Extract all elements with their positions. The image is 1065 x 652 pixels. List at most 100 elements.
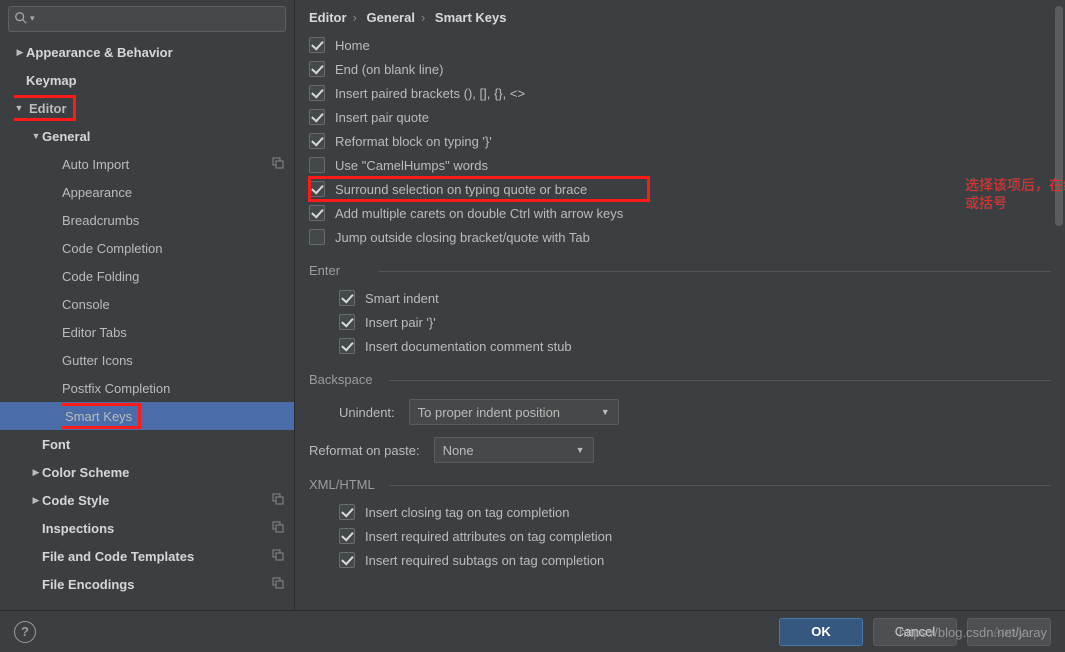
reformat-label: Reformat on paste: bbox=[309, 443, 420, 458]
dialog-footer: ? OK Cancel Apply bbox=[0, 610, 1065, 652]
sidebar-item-gutter-icons[interactable]: Gutter Icons bbox=[0, 346, 294, 374]
option-jump-outside-closing-bracket-quote-with-[interactable]: Jump outside closing bracket/quote with … bbox=[309, 225, 1051, 249]
sidebar-item-auto-import[interactable]: Auto Import bbox=[0, 150, 294, 178]
search-icon bbox=[14, 11, 28, 28]
sidebar-item-console[interactable]: Console bbox=[0, 290, 294, 318]
sidebar-item-postfix-completion[interactable]: Postfix Completion bbox=[0, 374, 294, 402]
checkbox[interactable] bbox=[309, 37, 325, 53]
option-reformat-block-on-typing-[interactable]: Reformat block on typing '}' bbox=[309, 129, 1051, 153]
reformat-select[interactable]: None▼ bbox=[434, 437, 594, 463]
sidebar-item-file-encodings[interactable]: File Encodings bbox=[0, 570, 294, 598]
sidebar-item-code-style[interactable]: ▶Code Style bbox=[0, 486, 294, 514]
option-label: Insert pair '}' bbox=[365, 315, 436, 330]
option-end-on-blank-line-[interactable]: End (on blank line) bbox=[309, 57, 1051, 81]
sidebar-item-keymap[interactable]: Keymap bbox=[0, 66, 294, 94]
checkbox[interactable] bbox=[309, 61, 325, 77]
sidebar-item-label: Inspections bbox=[42, 521, 272, 536]
chevron-down-icon: ▼ bbox=[601, 407, 610, 417]
checkbox[interactable] bbox=[339, 528, 355, 544]
option-insert-paired-brackets-[interactable]: Insert paired brackets (), [], {}, <> bbox=[309, 81, 1051, 105]
sidebar-item-breadcrumbs[interactable]: Breadcrumbs bbox=[0, 206, 294, 234]
search-dropdown-icon[interactable]: ▾ bbox=[30, 13, 35, 24]
sidebar-item-label: Breadcrumbs bbox=[62, 213, 286, 228]
option-insert-required-subtags-on-tag-completio[interactable]: Insert required subtags on tag completio… bbox=[309, 548, 1051, 572]
sidebar-item-inspections[interactable]: Inspections bbox=[0, 514, 294, 542]
ok-button[interactable]: OK bbox=[779, 618, 863, 646]
checkbox[interactable] bbox=[309, 157, 325, 173]
checkbox[interactable] bbox=[339, 504, 355, 520]
sidebar-item-label: Font bbox=[42, 437, 286, 452]
option-surround-selection-on-typing-quote-or-br[interactable]: Surround selection on typing quote or br… bbox=[309, 177, 649, 201]
sidebar-item-label: Appearance & Behavior bbox=[26, 45, 286, 60]
unindent-label: Unindent: bbox=[339, 405, 395, 420]
sidebar-item-smart-keys[interactable]: Smart Keys bbox=[0, 402, 294, 430]
sidebar-item-code-folding[interactable]: Code Folding bbox=[0, 262, 294, 290]
sidebar-item-label: File Encodings bbox=[42, 577, 272, 592]
sidebar-item-appearance-behavior[interactable]: ▶Appearance & Behavior bbox=[0, 38, 294, 66]
option-label: Jump outside closing bracket/quote with … bbox=[335, 230, 590, 245]
settings-sidebar: ▾ ▶Appearance & BehaviorKeymap▼Editor▼Ge… bbox=[0, 0, 295, 610]
sidebar-item-general[interactable]: ▼General bbox=[0, 122, 294, 150]
sidebar-item-file-and-code-templates[interactable]: File and Code Templates bbox=[0, 542, 294, 570]
option-label: Add multiple carets on double Ctrl with … bbox=[335, 206, 623, 221]
option-insert-documentation-comment-stub[interactable]: Insert documentation comment stub bbox=[309, 334, 1051, 358]
apply-button[interactable]: Apply bbox=[967, 618, 1051, 646]
checkbox[interactable] bbox=[309, 109, 325, 125]
option-insert-closing-tag-on-tag-completion[interactable]: Insert closing tag on tag completion bbox=[309, 500, 1051, 524]
sidebar-item-appearance[interactable]: Appearance bbox=[0, 178, 294, 206]
checkbox[interactable] bbox=[339, 338, 355, 354]
sidebar-item-editor[interactable]: ▼Editor bbox=[0, 94, 294, 122]
option-smart-indent[interactable]: Smart indent bbox=[309, 286, 1051, 310]
option-label: Insert closing tag on tag completion bbox=[365, 505, 570, 520]
checkbox[interactable] bbox=[309, 133, 325, 149]
sidebar-item-label: Auto Import bbox=[62, 157, 272, 172]
breadcrumb-a[interactable]: Editor bbox=[309, 10, 347, 25]
tree-arrow-down-icon[interactable]: ▼ bbox=[14, 103, 25, 113]
help-icon[interactable]: ? bbox=[14, 621, 36, 643]
sidebar-item-label: Editor Tabs bbox=[62, 325, 286, 340]
unindent-field: Unindent: To proper indent position▼ bbox=[339, 399, 1051, 425]
project-scope-icon bbox=[272, 493, 286, 508]
option-label: Use "CamelHumps" words bbox=[335, 158, 488, 173]
checkbox[interactable] bbox=[309, 181, 325, 197]
search-input[interactable] bbox=[8, 6, 286, 32]
breadcrumb-b[interactable]: General bbox=[367, 10, 415, 25]
option-add-multiple-carets-on-double-ctrl-with-[interactable]: Add multiple carets on double Ctrl with … bbox=[309, 201, 1051, 225]
sidebar-item-label: ▼Editor bbox=[14, 95, 286, 121]
sidebar-item-label: Code Completion bbox=[62, 241, 286, 256]
checkbox[interactable] bbox=[309, 229, 325, 245]
option-label: Insert documentation comment stub bbox=[365, 339, 572, 354]
cancel-button[interactable]: Cancel bbox=[873, 618, 957, 646]
sidebar-item-label: Code Folding bbox=[62, 269, 286, 284]
checkbox[interactable] bbox=[339, 290, 355, 306]
option-use-camelhumps-words[interactable]: Use "CamelHumps" words bbox=[309, 153, 1051, 177]
tree-arrow-right-icon[interactable]: ▶ bbox=[30, 495, 42, 506]
checkbox[interactable] bbox=[339, 552, 355, 568]
option-insert-pair-quote[interactable]: Insert pair quote bbox=[309, 105, 1051, 129]
tree-arrow-right-icon[interactable]: ▶ bbox=[14, 47, 26, 58]
sidebar-item-color-scheme[interactable]: ▶Color Scheme bbox=[0, 458, 294, 486]
settings-content: Editor› General› Smart Keys HomeEnd (on … bbox=[295, 0, 1065, 610]
option-home[interactable]: Home bbox=[309, 33, 1051, 57]
sidebar-item-font[interactable]: Font bbox=[0, 430, 294, 458]
project-scope-icon bbox=[272, 577, 286, 592]
sidebar-item-label: Color Scheme bbox=[42, 465, 286, 480]
sidebar-item-label: Code Style bbox=[42, 493, 272, 508]
breadcrumb: Editor› General› Smart Keys bbox=[295, 0, 1065, 33]
sidebar-item-label: Keymap bbox=[26, 73, 286, 88]
sidebar-item-label: Appearance bbox=[62, 185, 286, 200]
sidebar-item-editor-tabs[interactable]: Editor Tabs bbox=[0, 318, 294, 346]
unindent-select[interactable]: To proper indent position▼ bbox=[409, 399, 619, 425]
checkbox[interactable] bbox=[309, 205, 325, 221]
tree-arrow-down-icon[interactable]: ▼ bbox=[30, 131, 42, 141]
option-insert-pair-[interactable]: Insert pair '}' bbox=[309, 310, 1051, 334]
checkbox[interactable] bbox=[309, 85, 325, 101]
project-scope-icon bbox=[272, 521, 286, 536]
section-backspace: Backspace bbox=[309, 372, 1051, 387]
checkbox[interactable] bbox=[339, 314, 355, 330]
tree-arrow-right-icon[interactable]: ▶ bbox=[30, 467, 42, 478]
sidebar-item-label: Gutter Icons bbox=[62, 353, 286, 368]
sidebar-item-code-completion[interactable]: Code Completion bbox=[0, 234, 294, 262]
chevron-down-icon: ▼ bbox=[576, 445, 585, 455]
option-insert-required-attributes-on-tag-comple[interactable]: Insert required attributes on tag comple… bbox=[309, 524, 1051, 548]
